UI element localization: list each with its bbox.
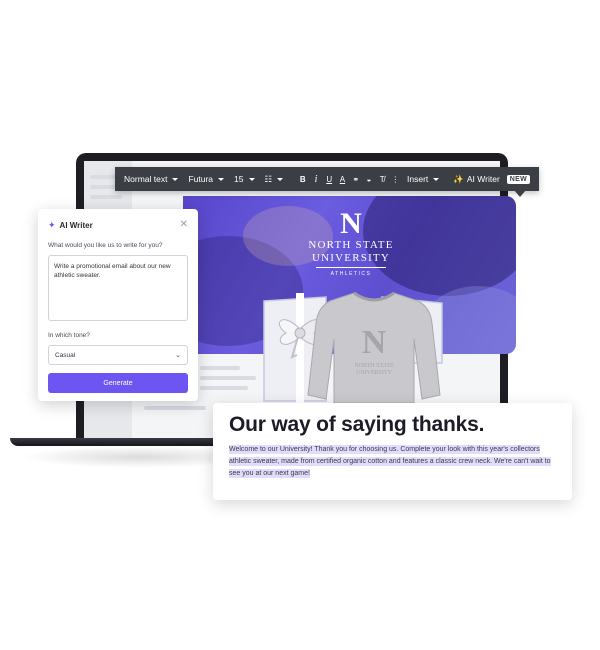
- font-dropdown[interactable]: Futura: [183, 174, 229, 184]
- prompt-textarea[interactable]: Write a promotional email about our new …: [48, 255, 188, 321]
- tone-value: Casual: [55, 351, 76, 359]
- generate-button[interactable]: Generate: [48, 373, 188, 393]
- sweater-print-line2: UNIVERSITY: [356, 370, 393, 376]
- clear-format-icon[interactable]: T̸: [376, 175, 389, 184]
- underline-icon[interactable]: U: [323, 175, 336, 184]
- sweater-print-line1: NORTH STATE: [354, 363, 394, 369]
- more-icon[interactable]: ⋮: [389, 175, 402, 184]
- logo-name-line2: UNIVERSITY: [312, 252, 390, 264]
- university-logo: N NORTH STATE UNIVERSITY ATHLETICS: [296, 207, 406, 278]
- chevron-down-icon: [433, 177, 440, 181]
- logo-name-line1: NORTH STATE: [308, 239, 394, 251]
- doc-line: [144, 406, 206, 410]
- ai-writer-title-group: ✦ AI Writer: [48, 220, 93, 231]
- font-size-label: 15: [234, 174, 244, 184]
- stage: N NORTH STATE UNIVERSITY ATHLETICS N NOR…: [0, 0, 600, 650]
- sidebar-line: [90, 195, 122, 199]
- magic-wand-icon: ✦: [48, 219, 56, 230]
- email-body-text: Welcome to our University! Thank you for…: [229, 445, 551, 478]
- logo-divider: [316, 267, 386, 268]
- ai-writer-button[interactable]: ✨ AI Writer NEW: [448, 174, 535, 185]
- logo-monogram: N: [340, 207, 362, 240]
- ai-writer-title: AI Writer: [59, 220, 93, 230]
- chevron-down-icon: [277, 177, 284, 181]
- ai-writer-header: ✦ AI Writer ✕: [48, 218, 188, 232]
- tone-select[interactable]: Casual ⌄: [48, 345, 188, 365]
- chevron-down-icon: [172, 177, 179, 181]
- chevron-down-icon: [218, 177, 225, 181]
- font-size-dropdown[interactable]: 15: [229, 174, 259, 184]
- magic-wand-icon: ✨: [453, 173, 464, 184]
- highlight-icon[interactable]: ◒: [362, 175, 375, 184]
- list-dropdown[interactable]: ☷: [260, 174, 289, 185]
- sweater-monogram: N: [362, 324, 387, 361]
- email-body[interactable]: Welcome to our University! Thank you for…: [229, 444, 556, 480]
- sidebar-line: [90, 185, 118, 189]
- chevron-down-icon: [248, 177, 255, 181]
- new-badge: NEW: [506, 174, 531, 184]
- italic-icon[interactable]: i: [309, 174, 322, 185]
- list-icon: ☷: [264, 173, 273, 184]
- editor-toolbar: Normal text Futura 15 ☷ B i U A ⚭ ◒ T̸ ⋮…: [115, 167, 539, 191]
- tone-label: In which tone?: [48, 332, 90, 339]
- logo-subtitle: ATHLETICS: [330, 271, 372, 277]
- doc-line: [200, 376, 256, 380]
- chevron-down-icon: ⌄: [175, 352, 181, 359]
- prompt-label: What would you like us to write for you?: [48, 242, 163, 249]
- email-preview-card: Our way of saying thanks. Welcome to our…: [213, 403, 572, 500]
- ai-writer-panel: ✦ AI Writer ✕ What would you like us to …: [38, 209, 198, 401]
- email-headline: Our way of saying thanks.: [229, 413, 485, 436]
- link-icon[interactable]: ⚭: [349, 175, 362, 184]
- text-style-dropdown[interactable]: Normal text: [119, 174, 183, 184]
- insert-dropdown[interactable]: Insert: [402, 174, 444, 184]
- font-label: Futura: [188, 174, 214, 184]
- doc-line: [200, 366, 240, 370]
- text-color-icon[interactable]: A: [336, 175, 349, 184]
- sweater-image: N NORTH STATE UNIVERSITY: [307, 291, 441, 404]
- bold-icon[interactable]: B: [296, 175, 309, 184]
- doc-line: [200, 386, 248, 390]
- toolbar-pointer: [514, 190, 526, 197]
- text-style-label: Normal text: [124, 174, 168, 184]
- insert-label: Insert: [407, 174, 429, 184]
- close-icon[interactable]: ✕: [180, 220, 188, 230]
- ai-writer-label: AI Writer: [466, 174, 500, 184]
